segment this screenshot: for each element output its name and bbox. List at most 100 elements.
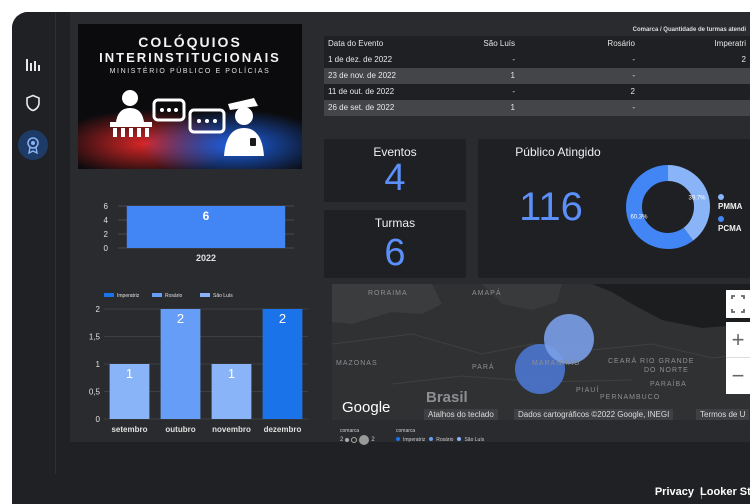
table-cell: 23 de nov. de 2022 [328, 71, 396, 80]
table-cell: 26 de set. de 2022 [328, 103, 395, 112]
zoom-in-button[interactable]: + [726, 322, 750, 358]
x-tick-label: novembro [212, 425, 251, 434]
privacy-link[interactable]: Privacy [655, 486, 694, 498]
table-header-cell[interactable]: Rosário [519, 36, 639, 52]
zoom-out-button[interactable]: − [726, 358, 750, 394]
table-cell: - [512, 87, 515, 96]
table-header-cell[interactable]: Data do Evento [324, 36, 444, 52]
size-legend-min: 2 [340, 437, 344, 443]
table-cell [639, 84, 750, 100]
fullscreen-icon [731, 295, 745, 313]
table-cell: 11 de out. de 2022 [328, 87, 395, 96]
map-label: RORAIMA [368, 290, 408, 297]
table-cell: 1 [510, 71, 515, 80]
color-legend-title: comarca [396, 428, 416, 434]
bar-chart-icon [26, 59, 40, 71]
y-tick-label: 0,5 [89, 388, 101, 397]
legend-dot-icon [457, 437, 462, 441]
large-circle-icon [359, 435, 370, 445]
map-label: PIAUÍ [576, 387, 600, 394]
y-tick-label: 6 [104, 202, 109, 211]
x-tick-label: 2022 [196, 253, 216, 263]
table-row[interactable]: 23 de nov. de 2022 1 - [324, 68, 750, 84]
donut-legend-item[interactable]: PMMA [718, 193, 750, 211]
map-label: AMAPÁ [472, 290, 502, 297]
table-cell: - [632, 55, 635, 64]
table-pivot-label: Comarca / Quantidade de turmas atendi [324, 24, 750, 36]
bar-value-label: 1 [228, 366, 235, 381]
map-label: PARAÍBA [650, 381, 687, 388]
y-tick-label: 0 [104, 244, 109, 253]
looker-studio-link[interactable]: Looker Studio [700, 486, 750, 498]
donut-legend: PMMA PCMA [718, 193, 750, 233]
map-basemap [332, 284, 750, 420]
bar-value-label: 2 [177, 311, 184, 326]
eventos-value: 4 [384, 157, 406, 199]
month-bar-chart: Imperatriz Rosário São Luís 0 0,5 1 1,5 2 1 setem… [89, 293, 308, 434]
table-cell: 1 [510, 103, 515, 112]
donut-slice-label: 39,7% [689, 195, 707, 201]
table-row[interactable]: 1 de dez. de 2022 - - 2 [324, 52, 750, 68]
y-tick-label: 0 [96, 415, 101, 424]
y-tick-label: 2 [104, 230, 109, 239]
map-country-label: Brasil [426, 389, 468, 406]
terms-link[interactable]: Termos de U [696, 409, 750, 420]
keyboard-shortcuts-link[interactable]: Atalhos do teclado [424, 409, 498, 420]
events-table: Comarca / Quantidade de turmas atendi Da… [324, 24, 750, 132]
donut-legend-label: PCMA [718, 224, 742, 233]
fullscreen-button[interactable] [726, 290, 750, 318]
map-size-legend: comarca 2 2 [340, 428, 375, 445]
report-pages-button[interactable] [18, 50, 48, 80]
color-legend-item[interactable]: Imperatriz [396, 437, 425, 443]
bar-value-label: 1 [126, 366, 133, 381]
report-footer: Privacy Looker Studio [12, 474, 750, 504]
shield-page-button[interactable] [18, 88, 48, 118]
x-tick-label: outubro [165, 425, 195, 434]
zoom-controls: + − [726, 322, 750, 394]
table-header-cell[interactable]: São Luís [444, 36, 519, 52]
bubble-map[interactable]: RORAIMA AMAPÁ MAZONAS PARÁ MARANHÃO CEAR… [332, 284, 750, 420]
legend-dot-icon [429, 437, 434, 441]
publico-donut-chart: 39,7% 60,3% [626, 165, 710, 249]
table-cell [639, 68, 750, 84]
map-label: PERNAMBUCO [600, 394, 661, 401]
award-badge-icon [27, 137, 39, 154]
table-cell: - [512, 55, 515, 64]
legend-dot-icon [718, 216, 724, 222]
legend-swatch [104, 293, 114, 297]
eventos-card: Eventos 4 [324, 139, 466, 202]
legend-label: São Luís [213, 293, 233, 299]
color-legend-label: Rosário [436, 437, 454, 443]
map-color-legend: comarca Imperatriz Rosário São Luís [396, 428, 484, 443]
map-label: PARÁ [472, 364, 495, 371]
publico-label: Público Atingido [515, 145, 601, 159]
banner-illustration [78, 84, 302, 169]
y-tick-label: 1 [96, 360, 101, 369]
map-label: MAZONAS [336, 360, 378, 367]
y-tick-label: 2 [96, 305, 101, 314]
table-header: Data do Evento São Luís Rosário Imperatr… [324, 36, 750, 52]
y-tick-label: 1,5 [89, 333, 101, 342]
event-banner: COLÓQUIOS INTERINSTITUCIONAIS MINISTÉRIO… [78, 24, 302, 169]
bar-value-label: 6 [203, 209, 210, 223]
map-label: DO NORTE [644, 367, 689, 374]
color-legend-item[interactable]: São Luís [457, 437, 484, 443]
donut-legend-item[interactable]: PCMA [718, 215, 750, 233]
table-row[interactable]: 11 de out. de 2022 - 2 [324, 84, 750, 100]
map-data-attribution: Dados cartográficos ©2022 Google, INEGI [514, 409, 674, 420]
color-legend-item[interactable]: Rosário [429, 437, 453, 443]
table-row[interactable]: 26 de set. de 2022 1 - [324, 100, 750, 116]
donut-slice-label: 60,3% [630, 215, 648, 221]
legend-swatch [200, 293, 210, 297]
table-header-cell[interactable]: Imperatri [639, 36, 750, 52]
legend-dot-icon [396, 437, 400, 441]
size-legend-max: 2 [371, 437, 375, 443]
color-legend-label: São Luís [464, 437, 485, 443]
badge-page-button[interactable] [18, 130, 48, 160]
table-cell: 2 [630, 87, 635, 96]
medium-circle-icon [351, 437, 358, 443]
shield-icon [26, 94, 40, 112]
map-label: MARANHÃO [532, 360, 581, 367]
turmas-label: Turmas [374, 216, 416, 230]
table-cell: - [632, 103, 635, 112]
